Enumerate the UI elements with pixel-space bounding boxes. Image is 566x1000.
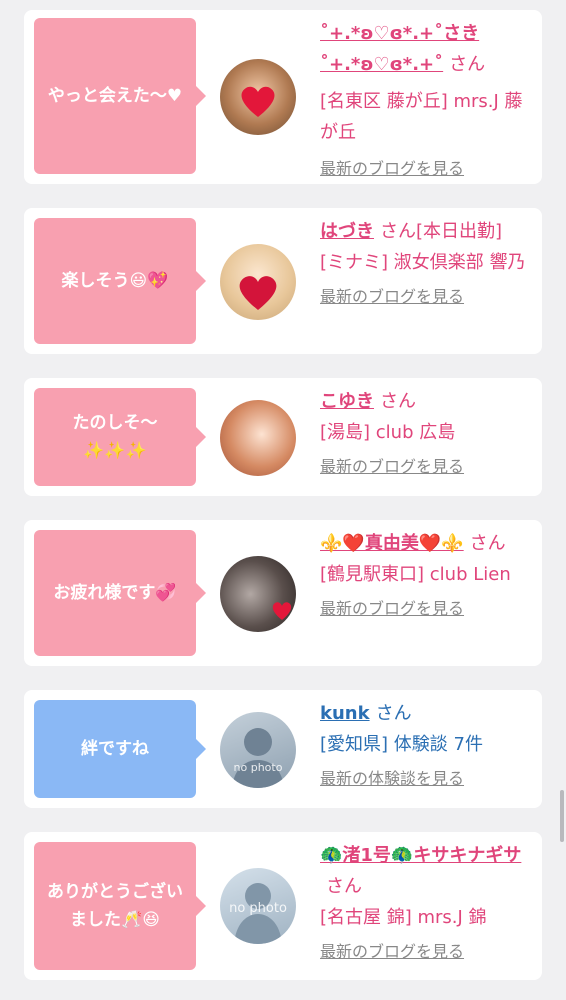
avatar[interactable]: [220, 244, 296, 320]
latest-blog-link[interactable]: 最新のブログを見る: [320, 598, 534, 620]
message-bubble: お疲れ様です💞: [34, 530, 206, 656]
honorific: さん: [449, 54, 486, 75]
heart-sticker-icon: [239, 276, 277, 310]
message-bubble: やっと会えた〜♥: [34, 18, 206, 174]
profile-name-link[interactable]: はづき: [320, 221, 374, 242]
profile-info: こゆき さん [湯島] club 広島 最新のブログを見る: [320, 386, 534, 478]
profile-info: kunk さん [愛知県] 体験談 7件 最新の体験談を見る: [320, 698, 534, 790]
profile-info: はづき さん[本日出勤] [ミナミ] 淑女倶楽部 響乃 最新のブログを見る: [320, 216, 534, 308]
latest-review-link[interactable]: 最新の体験談を見る: [320, 768, 534, 790]
person-silhouette-icon: [232, 728, 284, 788]
heart-sticker-icon: [241, 86, 275, 117]
avatar[interactable]: [220, 59, 296, 135]
heart-sticker-icon: [272, 602, 292, 620]
message-bubble: たのしそ〜✨✨✨: [34, 388, 206, 486]
message-card: お疲れ様です💞 ⚜️❤️真由美❤️⚜️ さん [鶴見駅東口] club Lien …: [24, 520, 542, 666]
profile-name-link[interactable]: こゆき: [320, 391, 374, 412]
shop-info: [ミナミ] 淑女倶楽部 響乃: [320, 252, 526, 273]
shop-info: [湯島] club 広島: [320, 422, 456, 443]
latest-blog-link[interactable]: 最新のブログを見る: [320, 456, 534, 478]
message-bubble: 絆ですね: [34, 700, 206, 798]
message-card: ありがとうございました🥂😆 no photo 🦚渚1号🦚キサキナギサさん [名古…: [24, 832, 542, 980]
review-info: [愛知県] 体験談 7件: [320, 734, 483, 755]
profile-info: ⚜️❤️真由美❤️⚜️ さん [鶴見駅東口] club Lien 最新のブログを見…: [320, 528, 534, 620]
scrollbar[interactable]: [560, 790, 564, 842]
profile-name-link[interactable]: 🦚渚1号🦚キサキナギサ: [320, 845, 521, 866]
latest-blog-link[interactable]: 最新のブログを見る: [320, 941, 534, 963]
profile-name-link[interactable]: kunk: [320, 703, 370, 724]
honorific: さん: [326, 876, 362, 897]
profile-info: 🦚渚1号🦚キサキナギサさん [名古屋 錦] mrs.J 錦 最新のブログを見る: [320, 840, 534, 963]
profile-info: ˚+.*ʚ♡ɞ*.+˚さき˚+.*ʚ♡ɞ*.+˚ さん [名東区 藤が丘] mrs…: [320, 18, 534, 180]
honorific: さん: [380, 391, 416, 412]
message-card: たのしそ〜✨✨✨ こゆき さん [湯島] club 広島 最新のブログを見る: [24, 378, 542, 496]
message-card: やっと会えた〜♥ ˚+.*ʚ♡ɞ*.+˚さき˚+.*ʚ♡ɞ*.+˚ さん [名東区…: [24, 10, 542, 184]
latest-blog-link[interactable]: 最新のブログを見る: [320, 286, 534, 308]
latest-blog-link[interactable]: 最新のブログを見る: [320, 158, 534, 180]
no-photo-label: no photo: [233, 761, 283, 774]
message-bubble: ありがとうございました🥂😆: [34, 842, 206, 970]
avatar[interactable]: no photo: [220, 868, 296, 944]
message-bubble: 楽しそう😃💖: [34, 218, 206, 344]
no-photo-label: no photo: [229, 901, 287, 916]
shop-info: [鶴見駅東口] club Lien: [320, 564, 511, 585]
shop-info: [名東区 藤が丘] mrs.J 藤が丘: [320, 91, 523, 143]
honorific: さん: [469, 533, 506, 554]
message-card: 絆ですね no photo kunk さん [愛知県] 体験談 7件 最新の体験談…: [24, 690, 542, 808]
shop-info: [名古屋 錦] mrs.J 錦: [320, 907, 487, 928]
honorific: さん: [375, 703, 412, 724]
profile-name-link[interactable]: ⚜️❤️真由美❤️⚜️: [320, 533, 464, 554]
avatar[interactable]: [220, 400, 296, 476]
avatar[interactable]: no photo: [220, 712, 296, 788]
avatar[interactable]: [220, 556, 296, 632]
message-card: 楽しそう😃💖 はづき さん[本日出勤] [ミナミ] 淑女倶楽部 響乃 最新のブログ…: [24, 208, 542, 354]
honorific: さん[本日出勤]: [380, 221, 503, 242]
